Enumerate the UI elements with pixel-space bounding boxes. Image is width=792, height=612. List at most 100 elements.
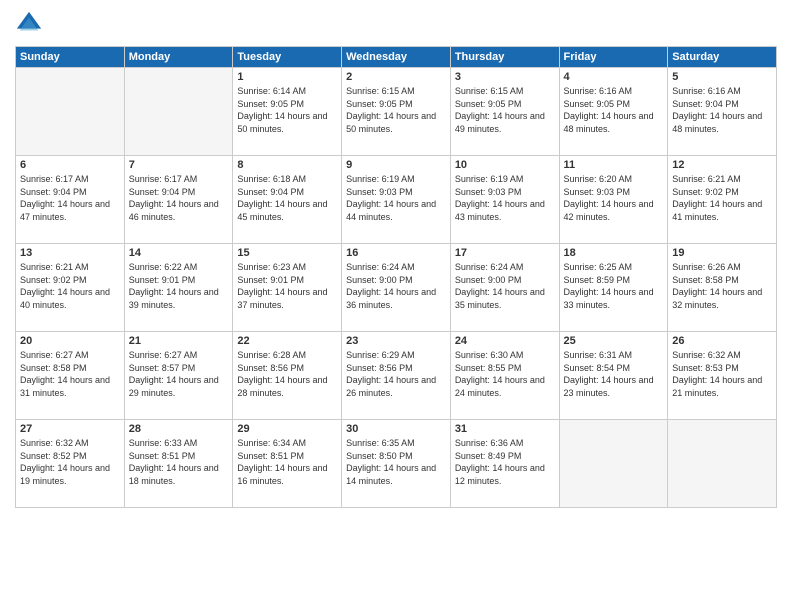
sunset-label: Sunset: 9:04 PM — [129, 187, 196, 197]
day-number: 20 — [20, 335, 120, 347]
cell-content: Sunrise: 6:35 AMSunset: 8:50 PMDaylight:… — [346, 437, 446, 487]
day-number: 11 — [564, 159, 664, 171]
sunrise-label: Sunrise: 6:24 AM — [455, 262, 524, 272]
sunrise-label: Sunrise: 6:19 AM — [455, 174, 524, 184]
cell-content: Sunrise: 6:19 AMSunset: 9:03 PMDaylight:… — [346, 173, 446, 223]
calendar-cell: 1Sunrise: 6:14 AMSunset: 9:05 PMDaylight… — [233, 68, 342, 156]
day-header-sunday: Sunday — [16, 47, 125, 68]
sunset-label: Sunset: 9:05 PM — [564, 99, 631, 109]
cell-content: Sunrise: 6:23 AMSunset: 9:01 PMDaylight:… — [237, 261, 337, 311]
daylight-label: Daylight: 14 hours and 45 minutes. — [237, 199, 327, 222]
calendar-cell: 10Sunrise: 6:19 AMSunset: 9:03 PMDayligh… — [450, 156, 559, 244]
daylight-label: Daylight: 14 hours and 50 minutes. — [237, 111, 327, 134]
daylight-label: Daylight: 14 hours and 48 minutes. — [672, 111, 762, 134]
week-row-4: 27 Sunrise: 6:32 AM Sunset: 8:52 PM Dayligh… — [16, 420, 777, 508]
sunset-label: Sunset: 8:56 PM — [237, 363, 304, 373]
sunrise-label: Sunrise: 6:25 AM — [564, 262, 633, 272]
calendar-cell: 13 Sunrise: 6:21 AMSunset: 9:02 PMDayligh… — [16, 244, 125, 332]
sunrise-label: Sunrise: 6:17 AM — [129, 174, 198, 184]
day-number: 27 — [20, 423, 120, 435]
day-number: 1 — [237, 71, 337, 83]
daylight-label: Daylight: 14 hours and 47 minutes. — [20, 199, 110, 222]
sunset-label: Sunset: 9:00 PM — [455, 275, 522, 285]
day-number: 4 — [564, 71, 664, 83]
calendar-cell: 18Sunrise: 6:25 AMSunset: 8:59 PMDayligh… — [559, 244, 668, 332]
calendar-cell — [124, 68, 233, 156]
calendar-cell: 20Sunrise: 6:27 AMSunset: 8:58 PMDayligh… — [16, 332, 125, 420]
sunrise-label: Sunrise: 6:22 AM — [129, 262, 198, 272]
sunrise-label: Sunrise: 6:30 AM — [455, 350, 524, 360]
sunrise-label: Sunrise: 6:35 AM — [346, 438, 415, 448]
day-header-saturday: Saturday — [668, 47, 777, 68]
cell-content: Sunrise: 6:30 AMSunset: 8:55 PMDaylight:… — [455, 349, 555, 399]
daylight-label: Daylight: 14 hours and 48 minutes. — [564, 111, 654, 134]
day-number: 17 — [455, 247, 555, 259]
day-number: 18 — [564, 247, 664, 259]
header — [15, 10, 777, 38]
cell-content: Sunrise: 6:32 AM Sunset: 8:52 PM Daylight:… — [20, 437, 120, 487]
daylight-label: Daylight: 14 hours and 37 minutes. — [237, 287, 327, 310]
page: SundayMondayTuesdayWednesdayThursdayFrid… — [0, 0, 792, 612]
day-number: 13 — [20, 247, 120, 259]
sunset-label: Sunset: 8:49 PM — [455, 451, 522, 461]
sunset-label: Sunset: 8:58 PM — [672, 275, 739, 285]
sunset-label: Sunset: 8:51 PM — [237, 451, 304, 461]
sunset-label: Sunset: 8:52 PM — [20, 451, 87, 461]
sunrise-label: Sunrise: 6:16 AM — [564, 86, 633, 96]
cell-content: Sunrise: 6:34 AMSunset: 8:51 PMDaylight:… — [237, 437, 337, 487]
sunrise-label: Sunrise: 6:36 AM — [455, 438, 524, 448]
sunrise-label: Sunrise: 6:17 AM — [20, 174, 89, 184]
cell-content: Sunrise: 6:28 AMSunset: 8:56 PMDaylight:… — [237, 349, 337, 399]
daylight-label: Daylight: 14 hours and 40 minutes. — [20, 287, 110, 310]
calendar: SundayMondayTuesdayWednesdayThursdayFrid… — [15, 46, 777, 508]
cell-content: Sunrise: 6:24 AMSunset: 9:00 PMDaylight:… — [346, 261, 446, 311]
daylight-label: Daylight: 14 hours and 41 minutes. — [672, 199, 762, 222]
day-number: 12 — [672, 159, 772, 171]
daylight-label: Daylight: 14 hours and 14 minutes. — [346, 463, 436, 486]
daylight-label: Daylight: 14 hours and 31 minutes. — [20, 375, 110, 398]
daylight-label: Daylight: 14 hours and 12 minutes. — [455, 463, 545, 486]
cell-content: Sunrise: 6:36 AM Sunset: 8:49 PM Daylight:… — [455, 437, 555, 487]
calendar-cell — [559, 420, 668, 508]
cell-content: Sunrise: 6:27 AMSunset: 8:57 PMDaylight:… — [129, 349, 229, 399]
calendar-cell: 4 Sunrise: 6:16 AM Sunset: 9:05 PM Daylight… — [559, 68, 668, 156]
cell-content: Sunrise: 6:15 AMSunset: 9:05 PMDaylight:… — [346, 85, 446, 135]
sunrise-label: Sunrise: 6:29 AM — [346, 350, 415, 360]
sunrise-label: Sunrise: 6:27 AM — [129, 350, 198, 360]
sunset-label: Sunset: 8:55 PM — [455, 363, 522, 373]
cell-content: Sunrise: 6:24 AMSunset: 9:00 PMDaylight:… — [455, 261, 555, 311]
sunset-label: Sunset: 8:53 PM — [672, 363, 739, 373]
sunrise-label: Sunrise: 6:27 AM — [20, 350, 89, 360]
daylight-label: Daylight: 14 hours and 19 minutes. — [20, 463, 110, 486]
sunrise-label: Sunrise: 6:32 AM — [20, 438, 89, 448]
sunrise-label: Sunrise: 6:15 AM — [346, 86, 415, 96]
cell-content: Sunrise: 6:19 AMSunset: 9:03 PMDaylight:… — [455, 173, 555, 223]
day-header-tuesday: Tuesday — [233, 47, 342, 68]
sunrise-label: Sunrise: 6:21 AM — [672, 174, 741, 184]
cell-content: Sunrise: 6:21 AMSunset: 9:02 PMDaylight:… — [20, 261, 120, 311]
day-number: 14 — [129, 247, 229, 259]
day-number: 22 — [237, 335, 337, 347]
day-number: 9 — [346, 159, 446, 171]
calendar-cell: 30Sunrise: 6:35 AMSunset: 8:50 PMDayligh… — [342, 420, 451, 508]
sunrise-label: Sunrise: 6:31 AM — [564, 350, 633, 360]
calendar-cell: 15 Sunrise: 6:23 AMSunset: 9:01 PMDayligh… — [233, 244, 342, 332]
calendar-cell: 9 Sunrise: 6:19 AMSunset: 9:03 PMDaylight… — [342, 156, 451, 244]
daylight-label: Daylight: 14 hours and 29 minutes. — [129, 375, 219, 398]
cell-content: Sunrise: 6:21 AMSunset: 9:02 PMDaylight:… — [672, 173, 772, 223]
day-header-monday: Monday — [124, 47, 233, 68]
sunrise-label: Sunrise: 6:16 AM — [672, 86, 741, 96]
sunrise-label: Sunrise: 6:33 AM — [129, 438, 198, 448]
daylight-label: Daylight: 14 hours and 42 minutes. — [564, 199, 654, 222]
calendar-cell: 21 Sunrise: 6:27 AMSunset: 8:57 PMDayligh… — [124, 332, 233, 420]
calendar-cell: 29Sunrise: 6:34 AMSunset: 8:51 PMDayligh… — [233, 420, 342, 508]
calendar-cell: 22 Sunrise: 6:28 AMSunset: 8:56 PMDayligh… — [233, 332, 342, 420]
day-number: 15 — [237, 247, 337, 259]
sunset-label: Sunset: 8:59 PM — [564, 275, 631, 285]
day-header-thursday: Thursday — [450, 47, 559, 68]
day-number: 3 — [455, 71, 555, 83]
calendar-cell: 23Sunrise: 6:29 AMSunset: 8:56 PMDayligh… — [342, 332, 451, 420]
sunset-label: Sunset: 9:03 PM — [346, 187, 413, 197]
day-number: 31 — [455, 423, 555, 435]
day-number: 21 — [129, 335, 229, 347]
